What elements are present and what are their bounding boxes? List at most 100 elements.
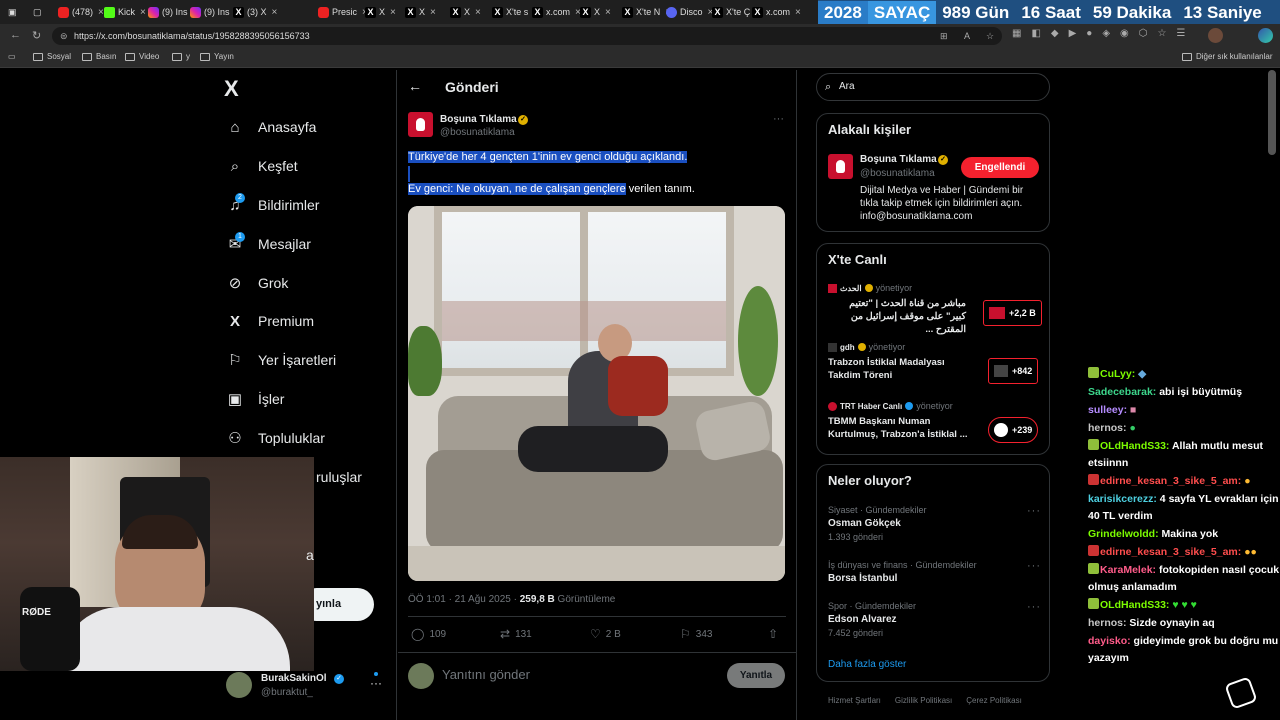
tweet-timestamp[interactable]: ÖÖ 1:01 · 21 Ağu 2025 · [408, 594, 520, 605]
back-icon[interactable]: ← [10, 29, 21, 41]
blocked-button[interactable]: Engellendi [961, 157, 1039, 178]
tweet-photo[interactable] [408, 206, 785, 581]
footer-link[interactable]: Gizlilik Politikası [895, 696, 952, 705]
close-tab-icon[interactable]: × [390, 7, 396, 18]
browser-tab[interactable]: Kick × [104, 3, 146, 21]
browser-tab[interactable]: X X × [450, 3, 481, 21]
red-cushion [608, 356, 668, 416]
back-arrow-icon[interactable]: ← [408, 78, 422, 94]
trend-more-icon[interactable]: ··· [1027, 560, 1041, 572]
reply-action[interactable]: ◯ 109 [411, 627, 446, 641]
more-options-icon[interactable]: ··· [773, 113, 784, 125]
nav-item-grok[interactable]: ⊘ Grok [226, 271, 289, 295]
counter-minutes: 59 Dakika [1092, 2, 1172, 22]
browser-tab[interactable]: XX'te N× [622, 3, 671, 21]
browser-tab[interactable]: X X × [405, 3, 436, 21]
trend-item[interactable]: İş dünyası ve finans · Gündemdekiler Bor… [828, 560, 1043, 584]
bookmark-folder-other[interactable]: Diğer sık kullanılanlar [1182, 52, 1272, 61]
close-tab-icon[interactable]: × [430, 7, 436, 18]
author-name[interactable]: Boşuna Tıklama [440, 114, 517, 125]
reload-icon[interactable]: ↻ [32, 29, 41, 42]
footer-link[interactable]: Çerez Politikası [966, 696, 1022, 705]
trend-more-icon[interactable]: ··· [1027, 601, 1041, 613]
nav-item-jobs[interactable]: ▣ İşler [226, 387, 285, 411]
extensions-toolbar[interactable]: ▦◧◆▶●◈◉⬡☆☰ [1012, 28, 1195, 39]
bookmark-action[interactable]: ⚐ 343 [680, 627, 712, 641]
favorite-star-icon[interactable]: ☆ [986, 27, 994, 45]
url-field[interactable]: ⊜ https://x.com/bosunatiklama/status/195… [52, 27, 1002, 45]
close-tab-icon[interactable]: × [98, 7, 104, 18]
x-icon: X [532, 6, 543, 18]
close-tab-icon[interactable]: × [605, 7, 611, 18]
woman-legs [518, 426, 668, 472]
browser-tab[interactable]: X X × [580, 3, 611, 21]
emote-icon: ♥ ♥ ♥ [1172, 599, 1197, 611]
search-input[interactable]: ⌕ Ara [816, 73, 1050, 101]
trend-item[interactable]: Siyaset · Gündemdekiler Osman Gökçek 1.3… [828, 505, 1043, 542]
nav-item-premium[interactable]: X Premium [226, 309, 314, 333]
bookmark-folder-basin[interactable]: Basın [82, 52, 116, 61]
bookmark-folder-yayin[interactable]: Yayın [200, 52, 234, 61]
close-tab-icon[interactable]: × [795, 7, 801, 18]
tab-actions-icon[interactable]: ▢ [33, 3, 42, 21]
live-listeners-pill[interactable]: +842 [988, 358, 1039, 384]
instagram-icon [148, 6, 159, 18]
browser-tab[interactable]: X (3) X × [233, 3, 277, 21]
bookmark-folder-y[interactable]: y [172, 52, 190, 61]
nav-item-home[interactable]: ⌂ Anasayfa [226, 115, 316, 139]
bookmark-app-icon[interactable]: ▭ [8, 52, 16, 61]
trend-item[interactable]: Spor · Gündemdekiler Edson Alvarez 7.452… [828, 601, 1043, 638]
show-more-link[interactable]: Daha fazla göster [828, 659, 906, 670]
browser-tab[interactable]: Xx.com × [752, 3, 801, 21]
workspaces-icon[interactable]: ▣ [8, 3, 17, 21]
browser-tab[interactable]: Disco × [666, 3, 713, 21]
browser-tab[interactable]: Xx.com × [532, 3, 581, 21]
site-info-icon[interactable]: ⊜ [60, 27, 68, 45]
related-avatar[interactable] [828, 154, 853, 179]
nav-item-explore[interactable]: ⌕ Keşfet [226, 154, 298, 178]
share-action[interactable]: ⇧ [768, 627, 778, 641]
scrollbar-thumb[interactable] [1268, 70, 1276, 155]
live-title: مباشر من قناة الحدث | "تعتيم كبير" على م… [849, 298, 966, 335]
view-label: Görüntüleme [554, 594, 616, 605]
chat-user: OLdHandS33: [1100, 440, 1170, 452]
account-switcher[interactable]: BurakSakinOl ✓ @buraktut_ ··· [226, 670, 396, 704]
bookmark-folder-video[interactable]: Video [125, 52, 159, 61]
badge-icon [1088, 563, 1099, 574]
related-handle[interactable]: @bosunatiklama [860, 168, 935, 179]
reply-button[interactable]: Yanıtla [727, 663, 785, 688]
live-listeners-pill[interactable]: +239 [988, 417, 1039, 443]
nav-item-more[interactable]: a [300, 543, 314, 567]
footer-link[interactable]: Hizmet Şartları [828, 696, 881, 705]
browser-tab[interactable]: (478) × [58, 3, 104, 21]
nav-item-organizations[interactable]: ruluşlar [280, 465, 362, 489]
browser-tab[interactable]: Presic× [318, 3, 368, 21]
account-menu-icon[interactable]: ··· [370, 676, 382, 690]
author-handle[interactable]: @bosunatiklama [440, 127, 515, 138]
install-app-icon[interactable]: ⊞ [940, 27, 948, 45]
copilot-icon[interactable] [1258, 28, 1273, 43]
reply-input[interactable]: Yanıtını gönder [442, 667, 530, 682]
live-item[interactable]: gdh yönetiyor Trabzon İstiklal Madalyası… [828, 342, 998, 382]
chat-user: hernos: [1088, 422, 1127, 434]
nav-item-communities[interactable]: ⚇ Topluluklar [226, 426, 325, 450]
folder-icon [125, 52, 135, 61]
nav-item-bookmarks[interactable]: ⚐ Yer İşaretleri [226, 348, 336, 372]
like-action[interactable]: ♡ 2 B [590, 627, 621, 641]
trend-more-icon[interactable]: ··· [1027, 505, 1041, 517]
x-logo[interactable]: X [224, 76, 239, 102]
live-item[interactable]: الحدث yönetiyor مباشر من قناة الحدث | "ت… [828, 283, 998, 336]
repost-action[interactable]: ⇄ 131 [500, 627, 532, 641]
close-tab-icon[interactable]: × [272, 7, 278, 18]
bookmark-folder-sosyal[interactable]: Sosyal [33, 52, 71, 61]
close-tab-icon[interactable]: × [140, 7, 146, 18]
x-icon: X [365, 6, 376, 18]
profile-avatar[interactable] [1208, 28, 1223, 43]
live-item[interactable]: TRT Haber Canlı yönetiyor TBMM Başkanı N… [828, 401, 998, 441]
close-tab-icon[interactable]: × [475, 7, 481, 18]
browser-tab[interactable]: X X × [365, 3, 396, 21]
related-name[interactable]: Boşuna Tıklama [860, 154, 937, 165]
read-aloud-icon[interactable]: A [964, 27, 970, 45]
author-avatar[interactable] [408, 112, 433, 137]
live-listeners-pill[interactable]: +2,2 B [983, 300, 1042, 326]
